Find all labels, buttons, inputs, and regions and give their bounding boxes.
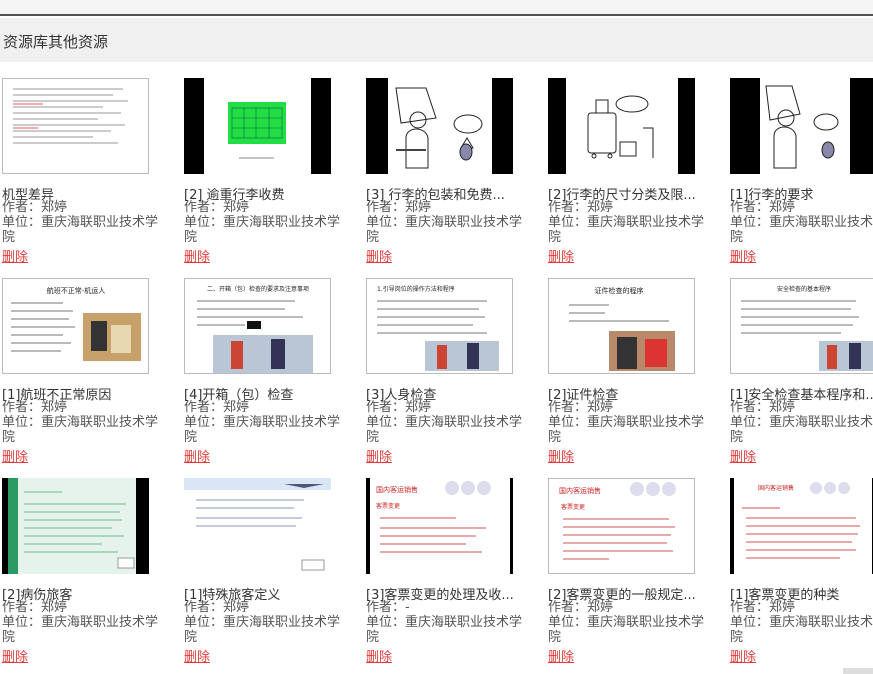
slide-heading: 1.引导岗位的操作方法和程序 xyxy=(377,285,455,293)
delete-link[interactable]: 删除 xyxy=(2,446,28,465)
delete-link[interactable]: 删除 xyxy=(366,246,392,265)
unit-line: 单位：重庆海联职业技术学院 xyxy=(184,215,341,245)
unit-line: 单位：重庆海联职业技术学院 xyxy=(2,615,159,645)
author-name: 郑婷 xyxy=(41,200,68,215)
author-line: 作者：郑婷 xyxy=(366,400,432,415)
resource-thumbnail[interactable]: 证件检查的程序 xyxy=(548,278,695,374)
delete-link[interactable]: 删除 xyxy=(730,446,756,465)
author-line: 作者：郑婷 xyxy=(366,200,432,215)
resource-thumbnail[interactable] xyxy=(184,78,331,174)
resource-thumbnail[interactable] xyxy=(366,78,513,174)
delete-link[interactable]: 删除 xyxy=(548,446,574,465)
author-name: 郑婷 xyxy=(587,200,614,215)
section-header: 资源库其他资源 xyxy=(0,18,873,62)
author-name: 郑婷 xyxy=(769,600,796,615)
author-line: 作者：郑婷 xyxy=(730,400,796,415)
unit-line: 单位：重庆海联职业技术学院 xyxy=(548,215,705,245)
author-name: 郑婷 xyxy=(769,400,796,415)
resource-thumbnail[interactable]: 航班不正常-机运人 xyxy=(2,278,149,374)
resource-thumbnail[interactable]: 国内客运销售 客票变更 xyxy=(366,478,513,574)
unit-line: 单位：重庆海联职业技术学院 xyxy=(2,215,159,245)
author-name: 郑婷 xyxy=(41,600,68,615)
delete-link[interactable]: 删除 xyxy=(184,246,210,265)
slide-subheading: 客票变更 xyxy=(561,503,585,511)
author-line: 作者：郑婷 xyxy=(184,200,250,215)
author-name: 郑婷 xyxy=(587,600,614,615)
author-name: 郑婷 xyxy=(41,400,68,415)
author-line: 作者：郑婷 xyxy=(2,600,68,615)
unit-line: 单位：重庆海联职业技术学院 xyxy=(184,615,341,645)
author-name: 郑婷 xyxy=(223,200,250,215)
slide-heading: 国内客运销售 xyxy=(758,484,794,492)
unit-line: 单位：重庆海联职业技术学院 xyxy=(366,615,523,645)
delete-link[interactable]: 删除 xyxy=(548,646,574,665)
resource-thumbnail[interactable] xyxy=(548,78,695,174)
author-line: 作者：郑婷 xyxy=(184,600,250,615)
delete-link[interactable]: 删除 xyxy=(548,246,574,265)
delete-link[interactable]: 删除 xyxy=(366,446,392,465)
slide-subheading: 客票变更 xyxy=(376,502,400,510)
unit-line: 单位：重庆海联职业技术学院 xyxy=(730,615,873,645)
author-name: 郑婷 xyxy=(769,200,796,215)
unit-line: 单位：重庆海联职业技术学院 xyxy=(548,415,705,445)
slide-heading: 国内客运销售 xyxy=(559,486,601,495)
unit-line: 单位：重庆海联职业技术学院 xyxy=(184,415,341,445)
delete-link[interactable]: 删除 xyxy=(730,246,756,265)
resource-thumbnail[interactable]: 国内客运销售 xyxy=(730,478,873,574)
slide-heading: 航班不正常-机运人 xyxy=(47,286,106,295)
resource-thumbnail[interactable]: 二、开箱（包）检查的要求及注意事项 xyxy=(184,278,331,374)
author-line: 作者：郑婷 xyxy=(548,400,614,415)
resource-thumbnail[interactable] xyxy=(2,478,149,574)
delete-link[interactable]: 删除 xyxy=(2,246,28,265)
resource-thumbnail[interactable] xyxy=(730,78,873,174)
author-line: 作者：郑婷 xyxy=(184,400,250,415)
top-strip xyxy=(0,0,873,16)
author-line: 作者：郑婷 xyxy=(2,400,68,415)
author-name: 郑婷 xyxy=(223,400,250,415)
author-line: 作者：郑婷 xyxy=(548,200,614,215)
unit-line: 单位：重庆海联职业技术学院 xyxy=(548,615,705,645)
resource-thumbnail[interactable] xyxy=(184,478,331,574)
slide-heading: 证件检查的程序 xyxy=(595,286,644,295)
unit-line: 单位：重庆海联职业技术学院 xyxy=(730,415,873,445)
unit-line: 单位：重庆海联职业技术学院 xyxy=(2,415,159,445)
section-title: 资源库其他资源 xyxy=(3,33,109,51)
author-name: 郑婷 xyxy=(405,200,432,215)
delete-link[interactable]: 删除 xyxy=(2,646,28,665)
unit-line: 单位：重庆海联职业技术学院 xyxy=(366,215,523,245)
author-line: 作者：郑婷 xyxy=(548,600,614,615)
delete-link[interactable]: 删除 xyxy=(366,646,392,665)
unit-line: 单位：重庆海联职业技术学院 xyxy=(730,215,873,245)
slide-heading: 二、开箱（包）检查的要求及注意事项 xyxy=(207,285,309,293)
author-line: 作者：郑婷 xyxy=(730,600,796,615)
delete-link[interactable]: 删除 xyxy=(184,446,210,465)
unit-line: 单位：重庆海联职业技术学院 xyxy=(366,415,523,445)
slide-heading: 国内客运销售 xyxy=(376,485,418,494)
resource-thumbnail[interactable]: 安全检查的基本程序 xyxy=(730,278,873,374)
author-name: 郑婷 xyxy=(405,400,432,415)
slide-heading: 安全检查的基本程序 xyxy=(777,285,831,293)
delete-link[interactable]: 删除 xyxy=(184,646,210,665)
author-line: 作者：郑婷 xyxy=(730,200,796,215)
resource-thumbnail[interactable] xyxy=(2,78,149,174)
page-corner xyxy=(843,668,873,674)
author-line: 作者：- xyxy=(366,600,410,615)
resource-thumbnail[interactable]: 1.引导岗位的操作方法和程序 xyxy=(366,278,513,374)
author-name: 郑婷 xyxy=(587,400,614,415)
author-name: 郑婷 xyxy=(223,600,250,615)
author-line: 作者：郑婷 xyxy=(2,200,68,215)
author-name: - xyxy=(405,600,410,615)
delete-link[interactable]: 删除 xyxy=(730,646,756,665)
resource-thumbnail[interactable]: 国内客运销售 客票变更 xyxy=(548,478,695,574)
